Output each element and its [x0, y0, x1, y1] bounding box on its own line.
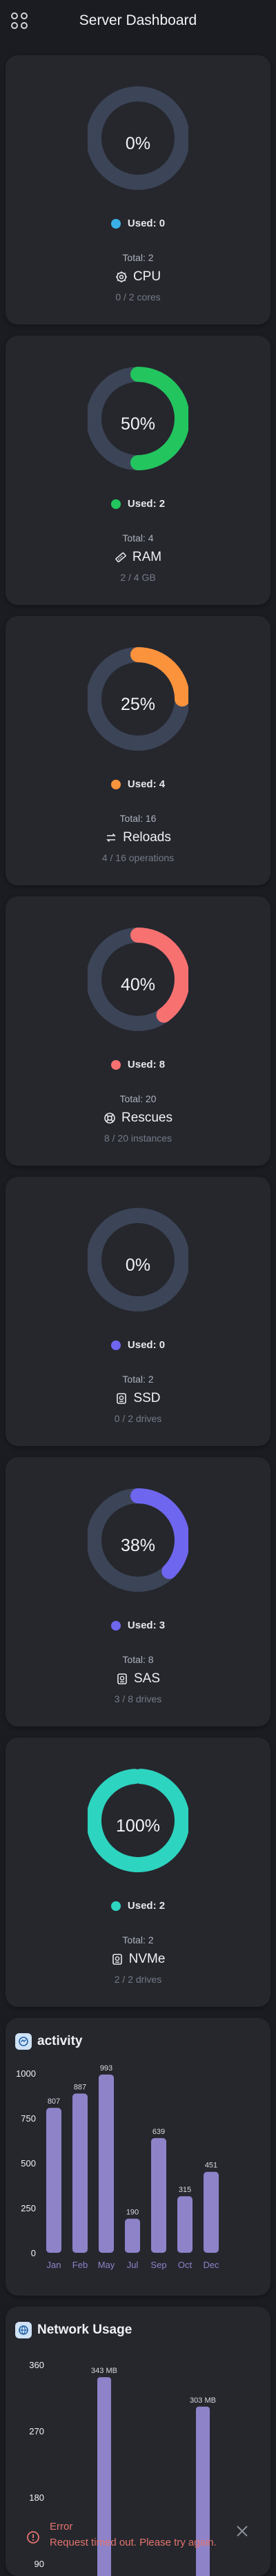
data-label: 451: [205, 2162, 217, 2170]
y-tick-label: 0: [31, 2248, 36, 2258]
used-label: Used: 0: [127, 218, 166, 229]
data-label: 315: [179, 2186, 191, 2194]
metric-name: RAM: [132, 550, 162, 564]
bar: [99, 2074, 114, 2253]
total-label: Total: 2: [122, 252, 154, 263]
bar: [125, 2218, 140, 2253]
reload-icon: [105, 832, 117, 844]
metric-card-ssd: 0% Used: 0 Total: 2 SSD 0 / 2 drives: [6, 1177, 270, 1446]
legend-dot: [110, 1340, 121, 1350]
percent-label: 0%: [125, 134, 151, 153]
metric-name: NVMe: [128, 1952, 166, 1966]
legend-dot: [110, 1901, 121, 1911]
metric-sub: 0 / 2 cores: [115, 291, 161, 302]
page-title: Server Dashboard: [79, 12, 197, 28]
metric-sub: 4 / 16 operations: [101, 852, 175, 863]
data-label: 807: [48, 2097, 60, 2106]
data-label: 993: [100, 2064, 112, 2073]
metric-sub: 0 / 2 drives: [114, 1413, 162, 1424]
x-tick-label: Jul: [127, 2260, 139, 2270]
legend-dot: [110, 499, 121, 509]
metric-name: CPU: [132, 269, 161, 284]
y-tick-label: 250: [21, 2203, 36, 2213]
percent-label: 25%: [120, 695, 156, 714]
metric-card-nvme: 100% Used: 2 Total: 2 NVMe 2 / 2 drives: [6, 1738, 270, 2007]
metric-name: SAS: [133, 1671, 161, 1686]
x-tick-label: Sep: [150, 2260, 166, 2270]
percent-label: 50%: [120, 414, 156, 434]
metric-name: SSD: [133, 1391, 161, 1405]
legend-dot: [110, 1620, 121, 1631]
y-tick-label: 180: [29, 2492, 44, 2503]
metric-sub: 2 / 2 drives: [114, 1974, 162, 1985]
y-tick-label: 750: [21, 2113, 36, 2124]
toast-message: Request timed out. Please try again.: [50, 2537, 217, 2548]
x-tick-label: Dec: [203, 2260, 219, 2270]
y-tick-label: 360: [29, 2360, 44, 2370]
legend-dot: [110, 1059, 121, 1070]
total-label: Total: 4: [122, 532, 154, 544]
used-label: Used: 4: [127, 778, 166, 790]
bar: [177, 2196, 193, 2253]
metric-card-rescues: 40% Used: 8 Total: 20 Rescues 8 / 20 ins…: [6, 896, 270, 1166]
data-label: 639: [152, 2128, 165, 2136]
drive-icon: [116, 1673, 128, 1685]
used-label: Used: 8: [127, 1059, 166, 1070]
metric-card-cpu: 0% Used: 0 Total: 2 CPU 0 / 2 cores: [6, 55, 270, 325]
x-tick-label: Jan: [47, 2260, 61, 2270]
x-tick-label: Feb: [72, 2260, 88, 2270]
lifebuoy-icon: [103, 1112, 116, 1124]
bar: [204, 2171, 219, 2253]
total-label: Total: 2: [122, 1934, 154, 1945]
y-tick-label: 500: [21, 2158, 36, 2169]
metric-name: Reloads: [123, 830, 171, 845]
metric-sub: 8 / 20 instances: [103, 1133, 172, 1144]
metric-card-sas: 38% Used: 3 Total: 8 SAS 3 / 8 drives: [6, 1457, 270, 1727]
x-tick-label: Oct: [178, 2260, 193, 2270]
used-label: Used: 3: [127, 1619, 166, 1631]
metric-sub: 3 / 8 drives: [114, 1693, 162, 1704]
drive-icon: [115, 1392, 128, 1405]
percent-label: 40%: [120, 975, 156, 994]
data-label: 303 MB: [190, 2396, 216, 2405]
metric-name: Rescues: [121, 1111, 172, 1125]
error-toast: Error Request timed out. Please try agai…: [6, 2507, 270, 2572]
percent-label: 100%: [116, 1816, 160, 1836]
drive-icon: [111, 1953, 124, 1965]
percent-label: 38%: [120, 1536, 156, 1555]
bar: [46, 2108, 61, 2253]
data-label: 887: [74, 2083, 86, 2091]
top-bar: Server Dashboard: [0, 0, 276, 41]
toast-title: Error: [50, 2521, 73, 2532]
total-label: Total: 2: [122, 1374, 154, 1385]
memory-icon: [115, 551, 127, 564]
used-label: Used: 2: [127, 498, 166, 510]
total-label: Total: 16: [119, 813, 157, 824]
y-tick-label: 270: [29, 2426, 44, 2436]
used-label: Used: 2: [127, 1900, 166, 1912]
activity-card: activity 1000 750 500 250 0 807 Jan 887 Feb 993 Ma…: [6, 2018, 270, 2296]
legend-dot: [110, 779, 121, 789]
total-label: Total: 20: [119, 1093, 157, 1104]
used-label: Used: 0: [127, 1339, 166, 1351]
metric-card-ram: 50% Used: 2 Total: 4 RAM 2 / 4 GB: [6, 336, 270, 605]
close-icon[interactable]: [235, 2524, 250, 2539]
legend-dot: [110, 218, 121, 229]
metric-sub: 2 / 4 GB: [120, 572, 156, 583]
activity-chart: 1000 750 500 250 0 807 Jan 887 Feb 993 May 190 Jul 63…: [16, 2064, 219, 2270]
apps-grid-icon[interactable]: [10, 11, 29, 30]
metric-card-reloads: 25% Used: 4 Total: 16 Reloads 4 / 16 ope…: [6, 616, 270, 885]
percent-label: 0%: [125, 1256, 151, 1275]
total-label: Total: 8: [122, 1654, 154, 1665]
data-label: 190: [126, 2209, 139, 2217]
y-tick-label: 1000: [16, 2068, 36, 2079]
error-icon: [27, 2531, 39, 2544]
bar: [72, 2093, 88, 2253]
x-tick-label: May: [98, 2260, 115, 2270]
bar: [151, 2137, 166, 2253]
data-label: 343 MB: [91, 2367, 117, 2375]
cpu-icon: [115, 271, 128, 283]
